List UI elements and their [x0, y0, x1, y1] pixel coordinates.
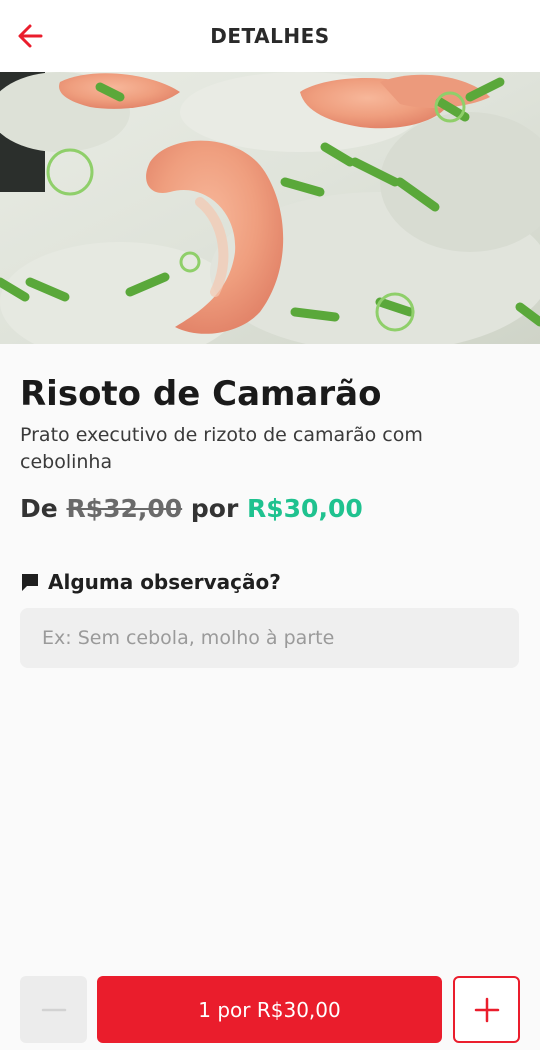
arrow-left-icon: [18, 24, 43, 48]
price-connector: por: [190, 494, 239, 523]
add-to-cart-label: 1 por R$30,00: [198, 997, 341, 1022]
new-price: R$30,00: [247, 494, 363, 523]
observation-label: Alguma observação?: [20, 570, 281, 594]
add-to-cart-button[interactable]: 1 por R$30,00: [97, 976, 442, 1043]
observation-label-text: Alguma observação?: [48, 570, 281, 594]
price-prefix: De: [20, 494, 58, 523]
dish-photo: [0, 72, 540, 344]
bottom-action-bar: 1 por R$30,00: [0, 976, 540, 1046]
price-line: De R$32,00 por R$30,00: [20, 494, 520, 523]
top-app-bar: DETALHES: [0, 0, 540, 72]
decrease-quantity-button[interactable]: [20, 976, 87, 1043]
back-button[interactable]: [10, 16, 50, 56]
item-description: Prato executivo de rizoto de camarão com…: [20, 424, 423, 473]
comment-icon: [22, 574, 38, 591]
observation-input[interactable]: [20, 608, 519, 668]
item-details: Risoto de Camarão Prato executivo de riz…: [20, 370, 520, 523]
minus-icon: [41, 1008, 66, 1011]
increase-quantity-button[interactable]: [453, 976, 520, 1043]
item-name: Risoto de Camarão: [20, 374, 382, 414]
old-price: R$32,00: [66, 494, 183, 523]
page-title: DETALHES: [210, 24, 330, 48]
plus-icon: [474, 997, 499, 1022]
